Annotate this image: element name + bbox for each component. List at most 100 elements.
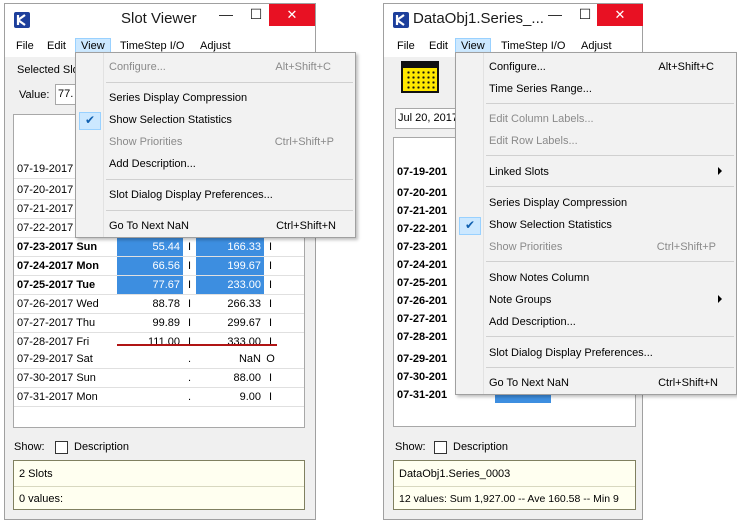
value-cell[interactable]: 166.33 [196,238,264,256]
value-cell[interactable]: 233.00 [196,276,264,294]
value-cell[interactable]: 199.67 [196,257,264,275]
minimize-icon[interactable]: — [211,4,241,26]
view-menu-dropdown: Configure... Alt+Shift+C Time Series Ran… [455,52,737,395]
value-cell[interactable]: 66.56 [117,257,183,275]
menu-item-add-description[interactable]: Add Description... [456,312,736,332]
value-cell[interactable]: 88.78 [117,295,183,313]
menu-item-slot-dialog-display-preferences[interactable]: Slot Dialog Display Preferences... [76,185,355,205]
flag-cell: I [187,260,192,272]
close-icon[interactable]: ✕ [597,4,643,26]
row-date: 07-29-2017 Sat [17,353,93,365]
value-cell[interactable]: 299.67 [196,314,264,332]
check-icon: ✔ [79,112,101,130]
date-input[interactable]: Jul 20, 2017 [395,108,460,129]
menu-item-show-selection-statistics[interactable]: ✔ Show Selection Statistics [76,110,355,130]
menu-item-series-display-compression[interactable]: Series Display Compression [456,193,736,213]
menu-item-add-description[interactable]: Add Description... [76,154,355,174]
menu-edit[interactable]: Edit [423,38,454,55]
value-cell[interactable]: 55.44 [117,238,183,256]
menu-item-linked-slots[interactable]: Linked Slots [456,162,736,182]
view-menu-dropdown: Configure... Alt+Shift+C Series Display … [75,52,356,238]
selection-statistics-panel: DataObj1.Series_0003 12 values: Sum 1,92… [393,460,636,510]
value-cell[interactable]: 333.00 [196,333,264,351]
menu-item-edit-column-labels[interactable]: Edit Column Labels... [456,109,736,129]
riverware-logo-icon [393,12,409,28]
menu-item-time-series-range[interactable]: Time Series Range... [456,79,736,99]
menu-file[interactable]: File [391,38,421,55]
row-date: 07-24-2017 Mon [17,260,99,272]
maximize-icon[interactable]: ☐ [570,4,600,26]
title-bar[interactable]: Slot Viewer — ☐ ✕ [5,4,315,35]
value-cell[interactable]: NaN [196,350,264,368]
description-checkbox[interactable] [55,441,68,454]
flag-cell: I [268,241,273,253]
window-title: DataObj1.Series_... [413,10,544,27]
row-date: 07-30-2017 Sun [17,372,96,384]
table-row[interactable]: 07-29-2017 Sat . NaN O [14,350,304,369]
menu-item-edit-row-labels[interactable]: Edit Row Labels... [456,131,736,151]
value-cell[interactable]: 99.89 [117,314,183,332]
title-bar[interactable]: DataObj1.Series_... — ☐ ✕ [384,4,643,35]
value-cell[interactable]: 266.33 [196,295,264,313]
selection-statistics-panel: 2 Slots 0 values: [13,460,305,510]
table-row[interactable]: 07-25-2017 Tue 77.67 I 233.00 I [14,276,304,295]
flag-cell: I [268,279,273,291]
value-cell[interactable] [117,388,183,406]
row-date: 07-23-2017 Sun [17,241,98,253]
menu-item-show-notes-column[interactable]: Show Notes Column [456,268,736,288]
show-label: Show: [14,441,45,453]
menu-item-series-display-compression[interactable]: Series Display Compression [76,88,355,108]
value-cell[interactable] [117,350,183,368]
menu-item-show-priorities[interactable]: Show Priorities Ctrl+Shift+P [76,132,355,152]
menu-file[interactable]: File [10,38,40,55]
submenu-arrow-icon [718,167,722,175]
value-cell[interactable]: 111.00 [117,333,183,351]
show-label: Show: [395,441,426,453]
menu-item-go-to-next-nan[interactable]: Go To Next NaN Ctrl+Shift+N [76,216,355,236]
menu-item-note-groups[interactable]: Note Groups [456,290,736,310]
table-row[interactable]: 07-23-2017 Sun 55.44 I 166.33 I [14,238,304,257]
menu-item-show-selection-statistics[interactable]: ✔ Show Selection Statistics [456,215,736,235]
selected-slot-label: Selected Slo [17,64,79,76]
table-row[interactable]: 07-26-2017 Wed 88.78 I 266.33 I [14,295,304,314]
riverware-logo-icon [14,12,30,28]
flag-cell: I [187,298,192,310]
maximize-icon[interactable]: ☐ [241,4,271,26]
value-cell[interactable] [117,369,183,387]
flag-cell: I [268,336,273,348]
flag-cell: . [187,372,192,384]
flag-cell: I [187,317,192,329]
table-row[interactable]: 07-30-2017 Sun . 88.00 I [14,369,304,388]
row-date: 07-27-2017 Thu [17,317,96,329]
menu-item-slot-dialog-display-preferences[interactable]: Slot Dialog Display Preferences... [456,343,736,363]
calendar-grid-icon[interactable] [401,61,439,93]
description-checkbox[interactable] [434,441,447,454]
value-cell[interactable]: 9.00 [196,388,264,406]
flag-cell: . [187,353,192,365]
table-row[interactable]: 07-31-2017 Mon . 9.00 I [14,388,304,407]
flag-cell: . [187,391,192,403]
menu-item-configure[interactable]: Configure... Alt+Shift+C [76,57,355,77]
flag-cell: I [268,391,273,403]
value-cell[interactable]: 88.00 [196,369,264,387]
status-slot-count: 2 Slots [19,468,53,480]
flag-cell: I [187,279,192,291]
value-cell[interactable]: 77.67 [117,276,183,294]
flag-cell: O [266,353,275,365]
status-values: 12 values: Sum 1,927.00 -- Ave 160.58 --… [399,493,619,505]
status-slot-name: DataObj1.Series_0003 [399,468,511,480]
menu-item-go-to-next-nan[interactable]: Go To Next NaN Ctrl+Shift+N [456,373,736,393]
menu-edit[interactable]: Edit [41,38,72,55]
flag-cell: I [268,372,273,384]
flag-cell: I [268,298,273,310]
flag-cell: I [187,241,192,253]
value-label: Value: [19,89,50,101]
row-date: 07-28-2017 Fri [17,336,90,348]
table-row[interactable]: 07-24-2017 Mon 66.56 I 199.67 I [14,257,304,276]
close-icon[interactable]: ✕ [269,4,315,26]
minimize-icon[interactable]: — [540,4,570,26]
description-label: Description [74,441,130,453]
menu-item-show-priorities[interactable]: Show Priorities Ctrl+Shift+P [456,237,736,257]
table-row[interactable]: 07-27-2017 Thu 99.89 I 299.67 I [14,314,304,333]
menu-item-configure[interactable]: Configure... Alt+Shift+C [456,57,736,77]
